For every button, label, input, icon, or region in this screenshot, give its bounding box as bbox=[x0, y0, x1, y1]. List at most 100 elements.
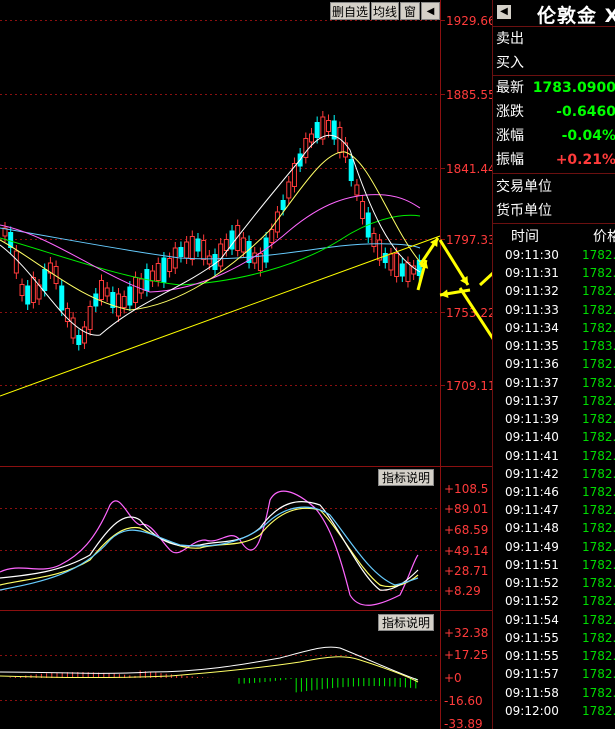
tick-price: 1782.9 bbox=[582, 266, 615, 281]
indicator2-axis-label: -33.89 bbox=[444, 717, 483, 729]
candle-body bbox=[81, 326, 87, 344]
macd-dea-line bbox=[0, 656, 419, 683]
indicator1-axis-label: +28.71 bbox=[444, 564, 488, 578]
price-axis-label: 1929.663 bbox=[446, 14, 492, 28]
candle-body bbox=[178, 247, 184, 257]
tick-price: 1782.8 bbox=[582, 557, 615, 572]
tick-price: 1782.9 bbox=[582, 685, 615, 700]
tick-row: 09:11:52 1782.8 bbox=[493, 574, 615, 592]
tick-price: 1782.8 bbox=[582, 576, 615, 591]
average-line-button[interactable]: 均线 bbox=[371, 2, 399, 20]
candle-body bbox=[59, 285, 65, 311]
indicator2-info-button[interactable]: 指标说明 bbox=[378, 614, 434, 631]
indicator2-axis-label: -16.60 bbox=[444, 694, 483, 708]
tick-price: 1783.0 bbox=[582, 339, 615, 354]
amplitude-value: +0.21% bbox=[555, 152, 615, 168]
tick-time: 09:11:36 bbox=[505, 357, 559, 372]
candle-body bbox=[138, 278, 144, 294]
candle-body bbox=[161, 257, 167, 283]
tick-time: 09:11:39 bbox=[505, 412, 559, 427]
candle-body bbox=[201, 240, 207, 260]
candle-body bbox=[399, 263, 405, 277]
candle-body bbox=[348, 159, 354, 181]
candle-body bbox=[382, 253, 388, 263]
change-row: 涨跌 -0.6460 bbox=[493, 100, 615, 124]
nav-left-icon[interactable]: ◀ bbox=[421, 2, 440, 20]
indicator2-axis: +32.38 +17.25 +0 -16.60 -33.89 bbox=[444, 626, 488, 729]
tick-time: 09:11:54 bbox=[505, 612, 559, 627]
divider bbox=[493, 223, 615, 224]
price-axis-label: 1797.332 bbox=[446, 233, 492, 247]
currency-row: 货币单位 bbox=[493, 199, 615, 223]
tick-row: 09:11:41 1782.9 bbox=[493, 447, 615, 465]
self-select-button[interactable]: 删自选 bbox=[330, 2, 370, 20]
tick-row: 09:11:36 1782.9 bbox=[493, 355, 615, 373]
indicator1-axis: +108.5 +89.01 +68.59 +49.14 +28.71 +8.29 bbox=[444, 482, 488, 598]
candle-body bbox=[354, 184, 360, 196]
candle-body bbox=[155, 263, 161, 281]
tick-time: 09:11:41 bbox=[505, 448, 559, 463]
candle-body bbox=[269, 229, 275, 243]
tick-row: 09:11:49 1782.8 bbox=[493, 538, 615, 556]
candle-body bbox=[19, 284, 25, 296]
tick-time: 09:11:32 bbox=[505, 284, 559, 299]
tick-price: 1782.8 bbox=[582, 594, 615, 609]
tick-time: 09:11:57 bbox=[505, 667, 559, 682]
tick-time: 09:11:52 bbox=[505, 594, 559, 609]
indicator1-axis-label: +49.14 bbox=[444, 544, 488, 558]
tick-row: 09:11:37 1782.9 bbox=[493, 374, 615, 392]
tick-time: 09:11:30 bbox=[505, 248, 559, 262]
tick-time: 09:12:00 bbox=[505, 703, 559, 718]
tick-time: 09:11:37 bbox=[505, 375, 559, 390]
price-axis-label: 1753.221 bbox=[446, 306, 492, 320]
tick-price: 1782.9 bbox=[582, 284, 615, 299]
tick-price: 1782.9 bbox=[582, 357, 615, 372]
indicator2-axis-label: +0 bbox=[444, 671, 462, 685]
candle-body bbox=[121, 296, 127, 308]
tick-time: 09:11:55 bbox=[505, 630, 559, 645]
indicator1-d-line bbox=[0, 507, 419, 588]
amplitude-label: 振幅 bbox=[496, 152, 524, 168]
candle-body bbox=[70, 317, 76, 339]
amplitude-row: 振幅 +0.21% bbox=[493, 148, 615, 172]
candle-body bbox=[184, 241, 190, 259]
tick-price: 1782.7 bbox=[582, 521, 615, 536]
latest-value: 1783.0900 bbox=[532, 80, 615, 96]
candle-body bbox=[212, 254, 218, 270]
candle-body bbox=[116, 293, 122, 317]
tick-price: 1782.8 bbox=[582, 485, 615, 499]
candle-body bbox=[76, 335, 82, 345]
candle-body bbox=[286, 181, 292, 199]
price-axis-label: 1841.442 bbox=[446, 162, 492, 176]
macd-histogram bbox=[9, 670, 417, 693]
tick-row: 09:11:47 1782.8 bbox=[493, 501, 615, 519]
tick-row: 09:11:52 1782.8 bbox=[493, 592, 615, 610]
candle-body bbox=[25, 285, 31, 305]
tick-price: 1782.9 bbox=[582, 703, 615, 718]
quote-nav-icon[interactable]: ◀ bbox=[497, 5, 511, 19]
tick-row: 09:11:35 1783.0 bbox=[493, 337, 615, 355]
candle-body bbox=[223, 239, 229, 251]
tick-price: 1782.9 bbox=[582, 375, 615, 390]
change-pct-row: 涨幅 -0.04% bbox=[493, 124, 615, 148]
window-button[interactable]: 窗 bbox=[400, 2, 420, 20]
candle-body bbox=[280, 200, 286, 210]
indicator1-info-button[interactable]: 指标说明 bbox=[378, 469, 434, 486]
candle-body bbox=[87, 306, 93, 330]
tick-price: 1782.8 bbox=[582, 612, 615, 627]
candle-body bbox=[104, 287, 110, 297]
candle-body bbox=[13, 250, 19, 274]
candle-body bbox=[93, 293, 99, 307]
candle-body bbox=[360, 201, 366, 219]
tick-price: 1782.9 bbox=[582, 302, 615, 317]
tick-time: 09:11:31 bbox=[505, 266, 559, 281]
candle-body bbox=[150, 270, 156, 282]
tick-time: 09:11:47 bbox=[505, 503, 559, 518]
candle-body bbox=[240, 237, 246, 253]
tick-time: 09:11:51 bbox=[505, 557, 559, 572]
tick-price: 1782.8 bbox=[582, 630, 615, 645]
tick-row: 09:11:40 1782.9 bbox=[493, 428, 615, 446]
candle-body bbox=[206, 255, 212, 265]
indicator1-axis-label: +8.29 bbox=[444, 584, 481, 598]
candle-body bbox=[308, 133, 314, 143]
